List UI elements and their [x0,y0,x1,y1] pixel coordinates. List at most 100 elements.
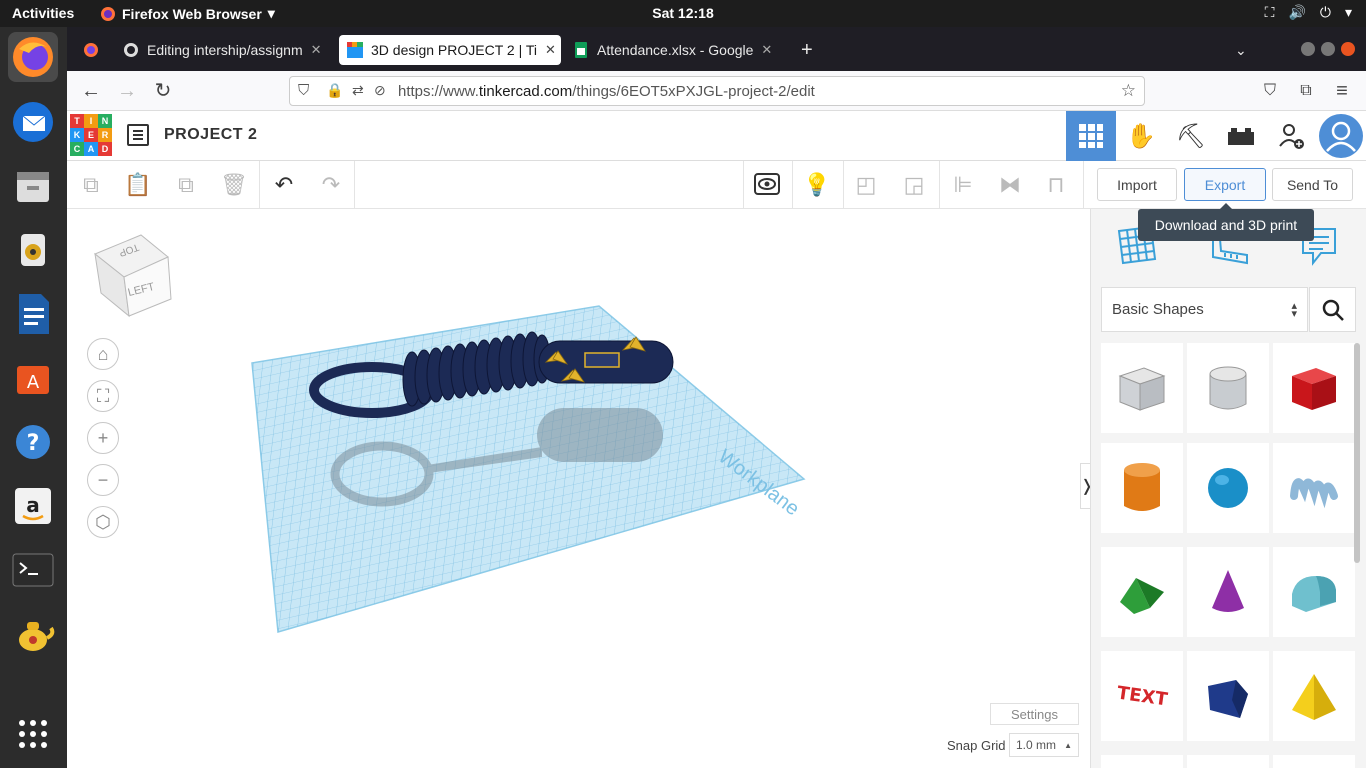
dock-help[interactable]: ? [8,417,58,467]
show-apps-button[interactable] [8,709,58,759]
updown-icon: ▴ ▾ [1291,299,1297,320]
shape-roof[interactable] [1101,547,1183,637]
tab-github[interactable]: Editing intership/assignm ✕ [115,35,327,65]
lock-icon[interactable]: 🔒 [326,82,343,99]
activities-button[interactable]: Activities [12,5,74,21]
import-button[interactable]: Import [1097,168,1177,201]
shape-library-select[interactable]: Basic Shapes ▴ ▾ [1101,287,1308,332]
paste-button[interactable]: 📋 [124,171,152,199]
minimize-icon[interactable] [1301,42,1315,56]
minecraft-button[interactable]: ⛏ [1166,111,1216,161]
dock-files[interactable] [8,161,58,211]
shape-pyramid[interactable] [1273,651,1355,741]
search-button[interactable] [1309,287,1356,332]
copy-button[interactable]: ⧉ [77,171,105,199]
dock-software[interactable]: A [8,353,58,403]
home-view-button[interactable]: ⌂ [87,338,119,370]
forward-button[interactable]: → [115,79,139,103]
tracking-icon[interactable]: ⊘ [374,82,386,99]
shape-polygon[interactable] [1187,651,1269,741]
back-button[interactable]: ← [79,79,103,103]
cylinder-icon [1124,463,1160,511]
close-icon[interactable]: ✕ [761,42,772,58]
settings-button[interactable]: Settings [990,703,1079,725]
send-to-button[interactable]: Send To [1272,168,1353,201]
dock-teapot-app[interactable] [8,609,58,659]
maximize-icon[interactable] [1321,42,1335,56]
url-text: https://www.tinkercad.com/things/6EOT5xP… [398,83,815,100]
close-window-icon[interactable] [1341,42,1355,56]
new-tab-button[interactable]: + [793,35,823,65]
tinkercad-logo[interactable]: T I N K E R C A D [70,114,112,156]
mirror-button[interactable]: ⧓ [996,171,1024,199]
list-icon[interactable] [127,124,149,146]
group-button[interactable]: ◰ [852,171,880,199]
workplane-viewport[interactable]: TOP LEFT Workplane ⌂ ⛶ + − ⬡ Settings Sn… [67,209,1090,768]
shape-cylinder[interactable] [1101,443,1183,533]
project-title[interactable]: PROJECT 2 [164,126,257,144]
3d-scene[interactable]: TOP LEFT Workplane [67,209,1090,768]
list-tabs-button[interactable]: ⌄ [1227,35,1257,65]
dock-rhythmbox[interactable] [8,225,58,275]
url-bar[interactable]: ⛉ 🔒 ⇄ ⊘ https://www.tinkercad.com/things… [289,76,1145,106]
panel-scrollbar[interactable] [1354,343,1360,563]
shape-cone[interactable] [1187,547,1269,637]
tab-tinkercad[interactable]: 3D design PROJECT 2 | Ti ✕ [339,35,561,65]
notes-button[interactable]: 💡 [803,171,831,199]
tab-sheets[interactable]: Attendance.xlsx - Google ✕ [565,35,777,65]
close-icon[interactable]: ✕ [311,42,322,58]
reload-button[interactable]: ↻ [151,79,175,103]
permissions-icon[interactable]: ⇄ [352,82,364,99]
shape-cylinder-hole[interactable] [1187,343,1269,433]
bookmark-star-icon[interactable]: ☆ [1121,81,1136,101]
shape-more-2[interactable] [1187,755,1269,768]
bricks-button[interactable] [1216,111,1266,161]
collapse-panel-button[interactable]: ❭ [1080,463,1090,509]
3d-view-button[interactable] [1066,111,1116,161]
shape-more-1[interactable] [1101,755,1183,768]
menu-icon[interactable]: ≡ [1330,79,1354,103]
show-all-button[interactable] [753,171,781,199]
undo-button[interactable]: ↶ [270,171,298,199]
view-cube[interactable]: TOP LEFT [94,234,172,318]
shape-round-roof[interactable] [1273,547,1355,637]
shape-text[interactable]: TEXT [1101,651,1183,741]
snap-grid-select[interactable]: 1.0 mm ▲ [1009,733,1079,757]
invite-user-button[interactable] [1266,111,1316,161]
redo-icon: ↷ [321,172,341,197]
export-button[interactable]: Export [1184,168,1266,201]
snap-grid-label: Snap Grid [947,738,1006,753]
ungroup-button[interactable]: ◲ [900,171,928,199]
shape-scribble[interactable] [1273,443,1355,533]
duplicate-button[interactable]: ⧉ [172,171,200,199]
shape-box[interactable] [1273,343,1355,433]
cube-icon: ⬡ [95,511,111,532]
dock-amazon[interactable]: a [8,481,58,531]
perspective-button[interactable]: ⬡ [87,506,119,538]
shape-more-3[interactable] [1273,755,1355,768]
cruise-button[interactable]: ⊓ [1042,171,1070,199]
fit-view-button[interactable]: ⛶ [87,380,119,412]
app-menu[interactable]: Firefox Web Browser ▾ [100,5,275,22]
clock[interactable]: Sat 12:18 [652,5,713,21]
dock-writer[interactable] [8,289,58,339]
dock-firefox[interactable] [8,32,58,82]
redo-button[interactable]: ↷ [317,171,345,199]
blocks-button[interactable]: ✋ [1116,111,1166,161]
align-button[interactable]: ⊫ [949,171,977,199]
avatar[interactable] [1316,111,1366,161]
shape-sphere[interactable] [1187,443,1269,533]
firefox-view-button[interactable] [75,35,105,65]
ungroup-icon: ◲ [903,172,925,197]
dock-thunderbird[interactable] [8,97,58,147]
zoom-in-button[interactable]: + [87,422,119,454]
shield-icon[interactable]: ⛉ [298,82,309,99]
extensions-icon[interactable]: ⧉ [1294,79,1318,103]
system-tray[interactable]: ⛶ 🔊 ⏻ ▾ [1265,4,1352,21]
zoom-out-button[interactable]: − [87,464,119,496]
dock-terminal[interactable] [8,545,58,595]
shape-box-hole[interactable] [1101,343,1183,433]
close-icon[interactable]: ✕ [545,42,556,58]
pocket-icon[interactable]: ⛉ [1258,79,1282,103]
delete-button[interactable]: 🗑 [220,171,248,199]
